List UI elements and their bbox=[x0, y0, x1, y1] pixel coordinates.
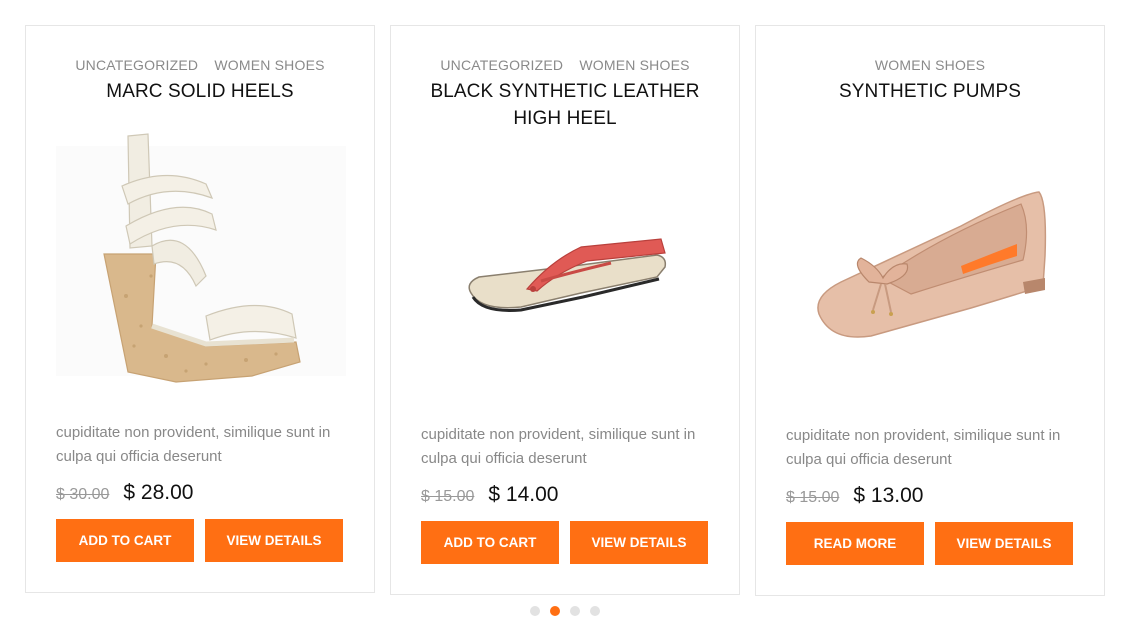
category-link[interactable]: UNCATEGORIZED bbox=[75, 57, 198, 73]
product-card: WOMEN SHOES SYNTHETIC PUMPS cupiditate n… bbox=[755, 25, 1105, 596]
product-card: UNCATEGORIZED WOMEN SHOES MARC SOLID HEE… bbox=[25, 25, 375, 593]
product-image-wedge-sandal[interactable] bbox=[56, 126, 346, 391]
old-price: $ 15.00 bbox=[421, 488, 475, 505]
current-price: $ 13.00 bbox=[853, 484, 924, 507]
product-prices: $ 15.00 $ 14.00 bbox=[421, 483, 558, 507]
product-title[interactable]: SYNTHETIC PUMPS bbox=[786, 78, 1074, 105]
view-details-button[interactable]: VIEW DETAILS bbox=[205, 519, 343, 562]
current-price: $ 28.00 bbox=[123, 481, 194, 504]
category-link[interactable]: UNCATEGORIZED bbox=[440, 57, 563, 73]
product-description: cupiditate non provident, similique sunt… bbox=[56, 424, 331, 465]
carousel-pagination bbox=[530, 606, 610, 616]
old-price: $ 30.00 bbox=[56, 486, 110, 503]
product-image-flip-flop[interactable] bbox=[461, 231, 671, 321]
product-categories: WOMEN SHOES bbox=[756, 57, 1104, 73]
product-categories: UNCATEGORIZED WOMEN SHOES bbox=[391, 57, 739, 73]
category-link[interactable]: WOMEN SHOES bbox=[214, 57, 324, 73]
old-price: $ 15.00 bbox=[786, 489, 840, 506]
product-categories: UNCATEGORIZED WOMEN SHOES bbox=[26, 57, 374, 73]
category-link[interactable]: WOMEN SHOES bbox=[579, 57, 689, 73]
add-to-cart-button[interactable]: ADD TO CART bbox=[421, 521, 559, 564]
product-image-ballet-flat[interactable] bbox=[811, 186, 1051, 346]
product-card: UNCATEGORIZED WOMEN SHOES BLACK SYNTHETI… bbox=[390, 25, 740, 595]
read-more-button[interactable]: READ MORE bbox=[786, 522, 924, 565]
add-to-cart-button[interactable]: ADD TO CART bbox=[56, 519, 194, 562]
product-description: cupiditate non provident, similique sunt… bbox=[786, 427, 1061, 468]
view-details-button[interactable]: VIEW DETAILS bbox=[935, 522, 1073, 565]
product-description: cupiditate non provident, similique sunt… bbox=[421, 426, 696, 467]
carousel-dot[interactable] bbox=[570, 606, 580, 616]
view-details-button[interactable]: VIEW DETAILS bbox=[570, 521, 708, 564]
product-title[interactable]: MARC SOLID HEELS bbox=[56, 78, 344, 105]
product-title[interactable]: BLACK SYNTHETIC LEATHER HIGH HEEL bbox=[421, 78, 709, 132]
product-prices: $ 30.00 $ 28.00 bbox=[56, 481, 193, 505]
current-price: $ 14.00 bbox=[488, 483, 559, 506]
category-link[interactable]: WOMEN SHOES bbox=[875, 57, 985, 73]
product-prices: $ 15.00 $ 13.00 bbox=[786, 484, 923, 508]
carousel-dot[interactable] bbox=[590, 606, 600, 616]
carousel-dot[interactable] bbox=[530, 606, 540, 616]
carousel-dot[interactable] bbox=[550, 606, 560, 616]
